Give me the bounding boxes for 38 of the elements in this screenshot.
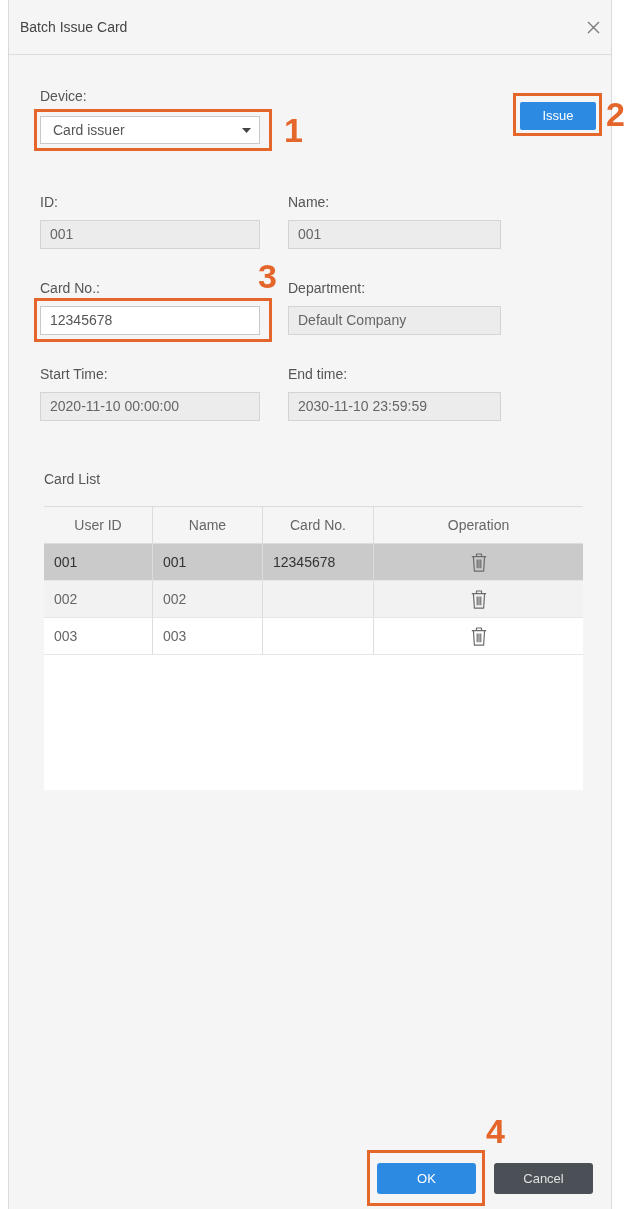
- field-label: Card No.:: [40, 280, 101, 296]
- table-cell-text: 003: [54, 626, 78, 646]
- ok-button[interactable]: OK: [377, 1163, 476, 1194]
- table-cell-text: 003: [163, 626, 187, 646]
- field-label: Name:: [288, 194, 331, 210]
- table-row[interactable]: 002 002: [44, 581, 583, 618]
- trash-icon[interactable]: [470, 589, 487, 609]
- callout-number: 2: [606, 97, 625, 131]
- field-label: ID:: [40, 194, 59, 210]
- column-header: User ID: [44, 507, 153, 543]
- table-cell-text: 002: [163, 589, 187, 609]
- field-label: End time:: [288, 366, 349, 382]
- callout-number: 1: [284, 113, 303, 147]
- trash-icon[interactable]: [470, 626, 487, 646]
- column-header: Name: [153, 507, 263, 543]
- close-icon: [586, 20, 600, 34]
- device-select[interactable]: Card issuer: [40, 116, 260, 144]
- caret-icon: [242, 127, 251, 133]
- issue-button[interactable]: Issue: [520, 102, 596, 130]
- text-field[interactable]: 12345678: [40, 306, 260, 335]
- field-label: Department:: [288, 280, 367, 296]
- cancel-button[interactable]: Cancel: [494, 1163, 593, 1194]
- close-button[interactable]: [585, 19, 601, 35]
- table-cell-text: 002: [54, 589, 78, 609]
- callout-number: 3: [258, 259, 277, 293]
- table-row[interactable]: 001 001 12345678: [44, 544, 583, 581]
- table-cell-text: 001: [54, 552, 78, 572]
- field-label: Start Time:: [40, 366, 109, 382]
- callout-number: 4: [486, 1114, 505, 1148]
- section-title: Card List: [44, 471, 102, 487]
- table-cell-text: 12345678: [273, 552, 336, 572]
- dialog-title: Batch Issue Card: [20, 17, 128, 37]
- table-cell-text: 001: [163, 552, 187, 572]
- column-header: Card No.: [263, 507, 374, 543]
- trash-icon[interactable]: [470, 552, 487, 572]
- table-row[interactable]: 003 003: [44, 618, 583, 655]
- column-header: Operation: [446, 515, 511, 535]
- field-label: Device:: [40, 88, 88, 104]
